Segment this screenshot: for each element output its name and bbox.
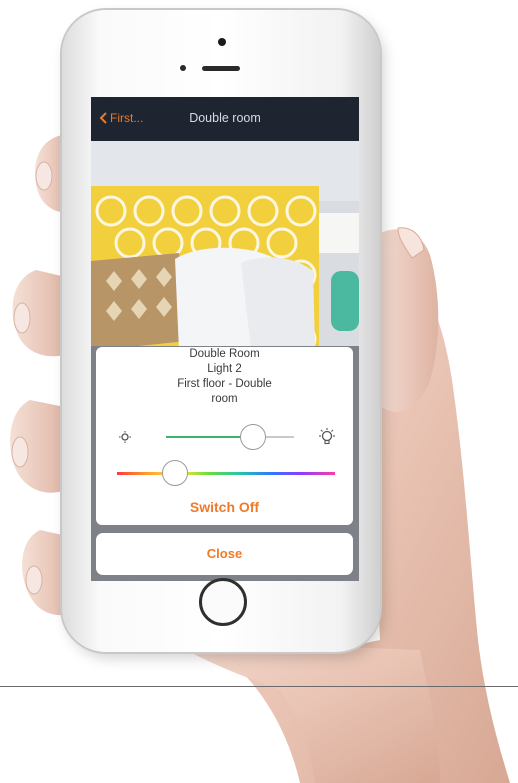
color-slider-thumb[interactable] [162,460,188,486]
light-info: Double Room Light 2 First floor - Double… [96,347,353,407]
page-title: Double room [189,111,261,125]
color-slider-track[interactable] [117,472,335,475]
scene: First... Double room Double Room Light 2… [0,0,518,783]
brightness-slider-thumb[interactable] [240,424,266,450]
dim-bulb-icon [119,431,131,443]
light-control-card: Double Room Light 2 First floor - Double… [96,347,353,525]
front-camera-icon [218,38,226,46]
switch-off-button[interactable]: Switch Off [96,495,353,519]
sensor-dot [180,65,186,71]
app-screen: First... Double room Double Room Light 2… [91,97,359,581]
location-line-2: room [211,393,238,405]
brightness-slider-track[interactable] [166,436,294,438]
device-name: Light 2 [207,363,242,375]
phone-device: First... Double room Double Room Light 2… [62,10,380,652]
room-name: Double Room [189,348,260,360]
horizon-line [0,686,518,687]
close-button[interactable]: Close [96,533,353,575]
home-button[interactable] [199,578,247,626]
speaker-grille [202,66,240,71]
navigation-bar: First... Double room [91,97,359,141]
location-line-1: First floor - Double [177,378,272,390]
bright-bulb-icon [319,428,335,445]
